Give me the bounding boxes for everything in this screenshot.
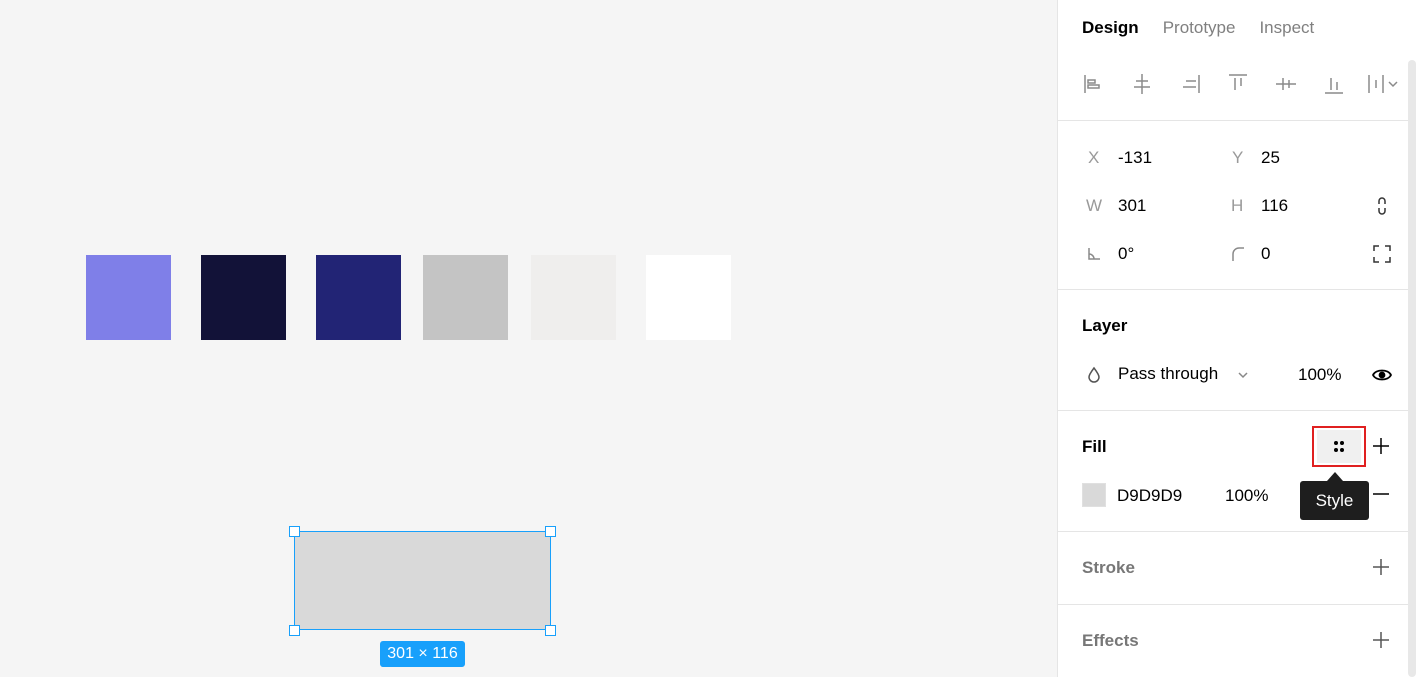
x-label: X bbox=[1088, 148, 1100, 167]
distribute-icon[interactable] bbox=[1366, 72, 1402, 96]
tooltip-arrow bbox=[1327, 472, 1343, 481]
resize-handle-bottom-left[interactable] bbox=[289, 625, 300, 636]
y-input[interactable]: 25 bbox=[1261, 148, 1280, 168]
panel-tabs: Design Prototype Inspect bbox=[1082, 18, 1314, 38]
tab-design[interactable]: Design bbox=[1082, 18, 1139, 38]
resize-handle-top-left[interactable] bbox=[289, 526, 300, 537]
align-bottom-icon[interactable] bbox=[1322, 72, 1346, 96]
chevron-down-icon[interactable] bbox=[1231, 363, 1255, 387]
add-fill-plus-icon[interactable] bbox=[1369, 434, 1393, 458]
align-vertical-center-icon[interactable] bbox=[1274, 72, 1298, 96]
style-tooltip: Style bbox=[1300, 481, 1369, 520]
constrain-proportions-icon[interactable] bbox=[1370, 194, 1394, 218]
divider bbox=[1058, 289, 1408, 290]
divider bbox=[1058, 410, 1408, 411]
corner-radius-icon bbox=[1226, 242, 1250, 266]
fill-section-title: Fill bbox=[1082, 437, 1107, 456]
fill-color-swatch[interactable] bbox=[1082, 483, 1106, 507]
selection-size-badge: 301 × 116 bbox=[380, 641, 465, 667]
fill-hex-input[interactable]: D9D9D9 bbox=[1117, 486, 1182, 506]
resize-handle-top-right[interactable] bbox=[545, 526, 556, 537]
properties-panel: Design Prototype Inspect X -131 Y 25 W 3… bbox=[1057, 0, 1421, 677]
swatch-white[interactable] bbox=[646, 255, 731, 340]
align-top-icon[interactable] bbox=[1226, 72, 1250, 96]
h-label: H bbox=[1231, 196, 1244, 215]
independent-corners-icon[interactable] bbox=[1370, 242, 1394, 266]
resize-handle-bottom-right[interactable] bbox=[545, 625, 556, 636]
design-canvas[interactable]: 301 × 116 bbox=[0, 0, 1057, 677]
remove-fill-minus-icon[interactable] bbox=[1369, 482, 1393, 506]
blend-mode-select[interactable]: Pass through bbox=[1118, 364, 1218, 384]
divider bbox=[1058, 120, 1408, 121]
h-input[interactable]: 116 bbox=[1261, 196, 1288, 216]
align-right-icon[interactable] bbox=[1178, 72, 1202, 96]
rotation-input[interactable]: 0° bbox=[1118, 244, 1134, 264]
layer-opacity-input[interactable]: 100% bbox=[1298, 365, 1341, 385]
panel-scrollbar[interactable] bbox=[1408, 60, 1416, 677]
tab-prototype[interactable]: Prototype bbox=[1163, 18, 1236, 38]
align-horizontal-center-icon[interactable] bbox=[1130, 72, 1154, 96]
style-grid-icon bbox=[1317, 430, 1361, 463]
add-effect-plus-icon[interactable] bbox=[1369, 628, 1393, 652]
tab-inspect[interactable]: Inspect bbox=[1259, 18, 1314, 38]
alignment-toolbar bbox=[1082, 72, 1398, 96]
swatch-light-gray[interactable] bbox=[531, 255, 616, 340]
w-input[interactable]: 301 bbox=[1118, 196, 1146, 216]
style-button[interactable] bbox=[1312, 426, 1366, 467]
x-input[interactable]: -131 bbox=[1118, 148, 1152, 168]
rotation-icon bbox=[1082, 242, 1106, 266]
w-label: W bbox=[1086, 196, 1103, 215]
add-stroke-plus-icon[interactable] bbox=[1369, 555, 1393, 579]
y-label: Y bbox=[1232, 148, 1244, 167]
divider bbox=[1058, 531, 1408, 532]
effects-section-title: Effects bbox=[1082, 631, 1139, 650]
stroke-section-title: Stroke bbox=[1082, 558, 1135, 577]
swatch-periwinkle[interactable] bbox=[86, 255, 171, 340]
align-left-icon[interactable] bbox=[1082, 72, 1106, 96]
layer-section-title: Layer bbox=[1082, 316, 1128, 335]
swatch-navy[interactable] bbox=[316, 255, 401, 340]
eye-icon[interactable] bbox=[1370, 363, 1394, 387]
corner-radius-input[interactable]: 0 bbox=[1261, 244, 1270, 264]
swatch-gray[interactable] bbox=[423, 255, 508, 340]
divider bbox=[1058, 604, 1408, 605]
swatch-midnight[interactable] bbox=[201, 255, 286, 340]
fill-opacity-input[interactable]: 100% bbox=[1225, 486, 1268, 506]
blend-mode-drop-icon bbox=[1082, 363, 1106, 387]
selected-rectangle[interactable] bbox=[294, 531, 551, 630]
